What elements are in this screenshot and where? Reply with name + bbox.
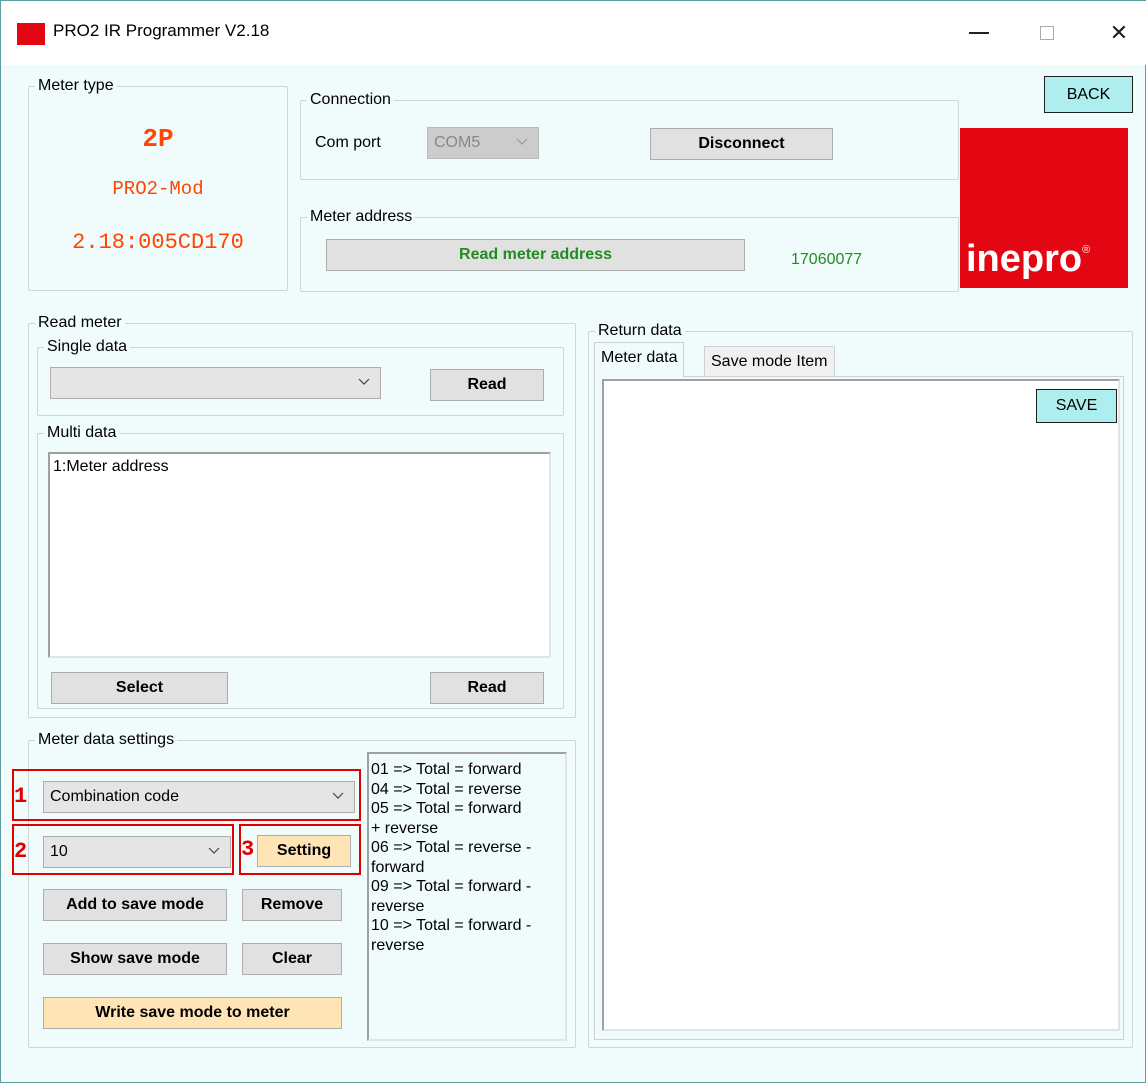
- info-line: 09 => Total = forward -: [371, 878, 532, 895]
- single-read-button[interactable]: Read: [430, 369, 544, 401]
- info-line: 05 => Total = forward: [371, 800, 522, 817]
- meter-model: PRO2-Mod: [112, 178, 204, 200]
- multi-data-legend: Multi data: [47, 424, 117, 441]
- tab-save-mode-item[interactable]: Save mode Item: [704, 346, 835, 377]
- read-meter-address-button[interactable]: Read meter address: [326, 239, 745, 271]
- return-data-legend: Return data: [598, 322, 682, 339]
- read-meter-legend: Read meter: [38, 314, 122, 331]
- connection-group: Connection: [300, 92, 959, 180]
- inepro-logo: inepro®: [960, 128, 1128, 288]
- info-line: forward: [371, 858, 425, 876]
- meter-version: 2.18:005CD170: [72, 230, 244, 255]
- close-button[interactable]: ✕: [1099, 15, 1139, 51]
- info-line: reverse: [371, 897, 425, 915]
- com-port-label: Com port: [315, 134, 381, 151]
- info-line: 01 => Total = forward: [371, 761, 522, 778]
- info-line: 04 => Total = reverse: [371, 780, 522, 798]
- annotation-box-3: [239, 824, 361, 875]
- annotation-box-1: [12, 769, 361, 821]
- minimize-icon: [969, 32, 989, 34]
- meter-data-settings-legend: Meter data settings: [38, 731, 175, 748]
- chevron-down-icon: [516, 138, 528, 145]
- tab-meter-data[interactable]: Meter data: [594, 342, 685, 377]
- inepro-logo-text: inepro®: [966, 238, 1091, 280]
- window-title: PRO2 IR Programmer V2.18: [53, 21, 270, 40]
- minimize-button[interactable]: [959, 15, 999, 51]
- back-button[interactable]: BACK: [1044, 76, 1133, 113]
- info-line: 10 => Total = forward -: [371, 917, 532, 934]
- return-data-area[interactable]: [602, 379, 1120, 1031]
- app-window: PRO2 IR Programmer V2.18 ✕ Meter type 2P…: [0, 0, 1146, 1083]
- maximize-button[interactable]: [1027, 15, 1067, 51]
- show-save-mode-button[interactable]: Show save mode: [43, 943, 227, 975]
- meter-type-legend: Meter type: [38, 77, 114, 94]
- annotation-number-3: 3: [241, 837, 255, 862]
- annotation-number-1: 1: [14, 784, 28, 809]
- clear-button[interactable]: Clear: [242, 943, 342, 975]
- single-data-select[interactable]: [50, 367, 381, 399]
- maximize-icon: [1040, 26, 1054, 40]
- multi-data-list[interactable]: 1:Meter address: [48, 452, 551, 658]
- save-button[interactable]: SAVE: [1036, 389, 1117, 423]
- info-line: + reverse: [371, 819, 439, 837]
- single-data-legend: Single data: [47, 338, 128, 355]
- info-line: reverse: [371, 936, 425, 954]
- multi-read-button[interactable]: Read: [430, 672, 544, 704]
- write-save-mode-button[interactable]: Write save mode to meter: [43, 997, 342, 1029]
- info-line: 06 => Total = reverse -: [371, 839, 532, 856]
- annotation-box-2: [12, 824, 234, 875]
- connection-legend: Connection: [310, 91, 391, 108]
- com-port-value: COM5: [434, 134, 481, 151]
- list-item[interactable]: 1:Meter address: [50, 454, 549, 476]
- close-icon: ✕: [1109, 20, 1129, 45]
- com-port-select[interactable]: COM5: [427, 127, 539, 159]
- remove-button[interactable]: Remove: [242, 889, 342, 921]
- combination-code-info: 01 => Total = forward 04 => Total = reve…: [367, 752, 567, 1041]
- annotation-number-2: 2: [14, 839, 28, 864]
- disconnect-button[interactable]: Disconnect: [650, 128, 833, 160]
- select-button[interactable]: Select: [51, 672, 228, 704]
- chevron-down-icon: [358, 378, 370, 385]
- meter-phase: 2P: [142, 124, 174, 154]
- add-to-save-mode-button[interactable]: Add to save mode: [43, 889, 227, 921]
- title-bar: PRO2 IR Programmer V2.18 ✕: [1, 1, 1146, 65]
- meter-address-value: 17060077: [791, 251, 863, 268]
- meter-address-legend: Meter address: [310, 208, 413, 225]
- app-icon: [17, 23, 45, 45]
